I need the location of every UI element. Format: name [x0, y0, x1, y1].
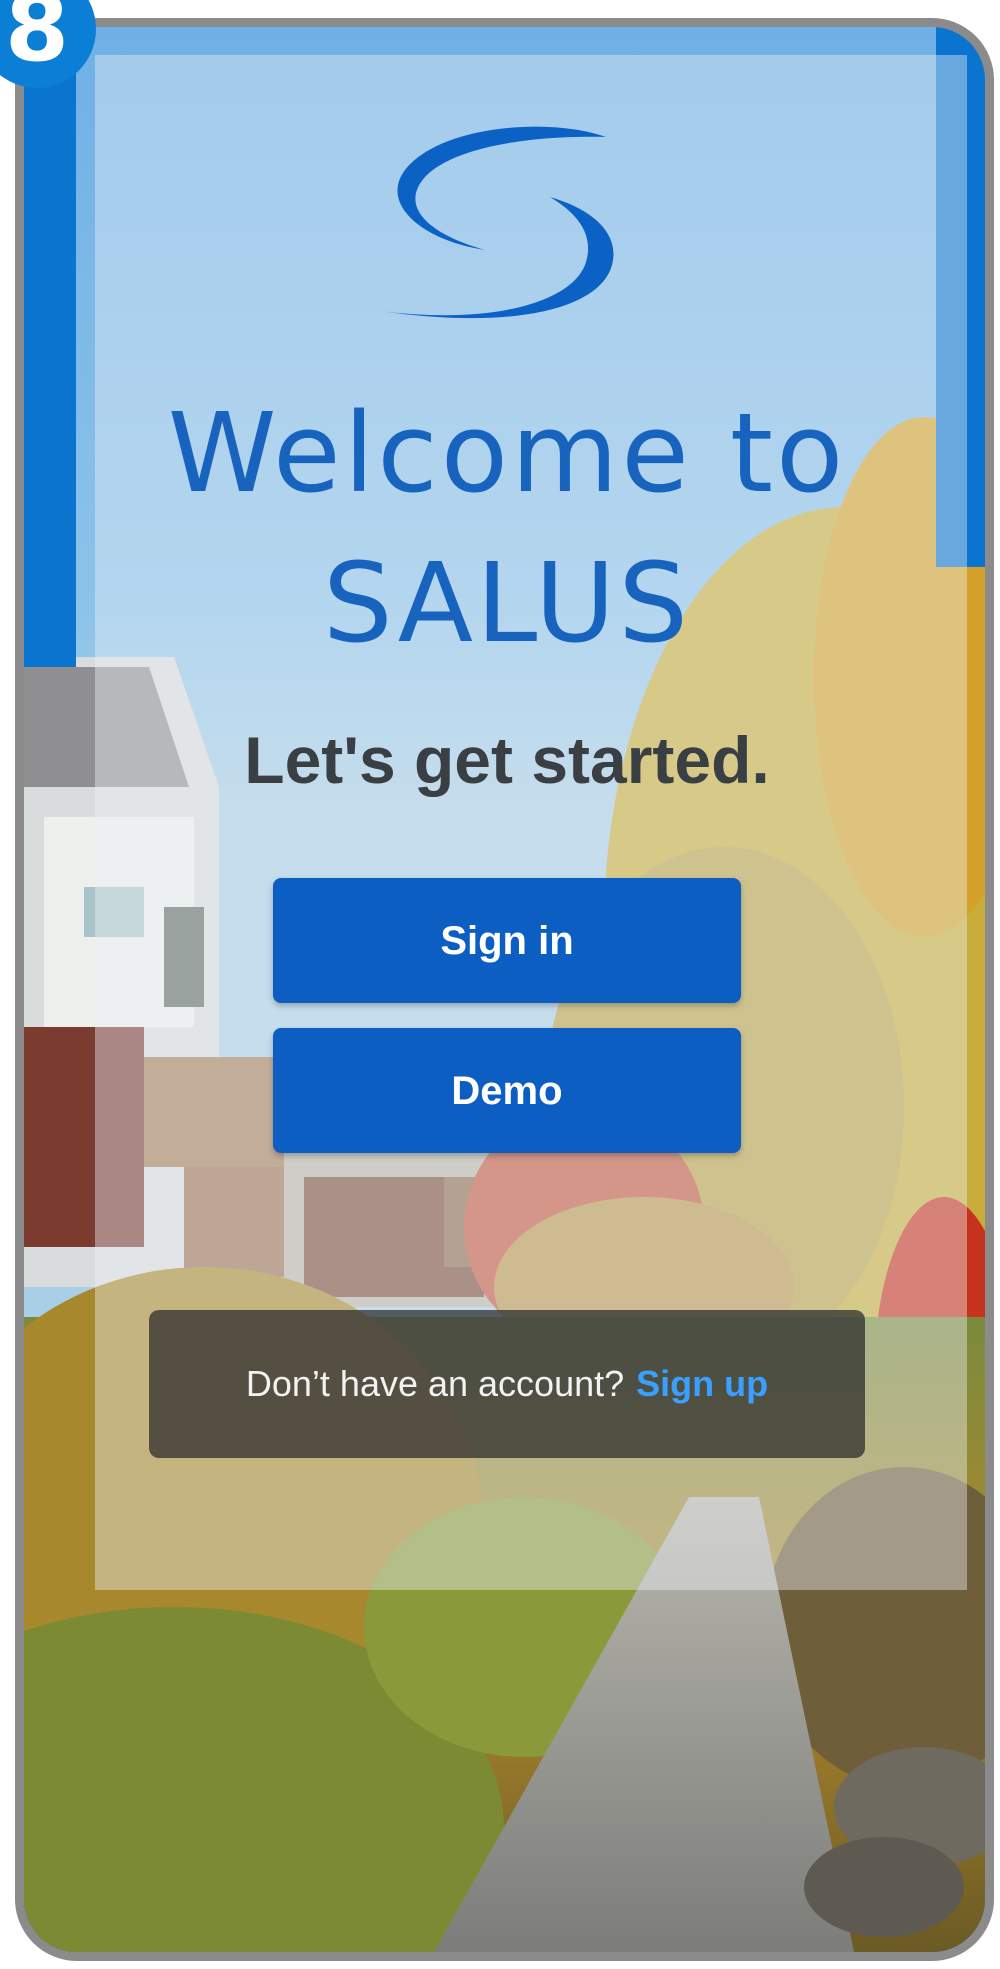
app-name: SALUS — [322, 539, 692, 667]
tagline: Let's get started. — [244, 723, 770, 797]
welcome-heading: Welcome to SALUS — [71, 378, 943, 678]
demo-button[interactable]: Demo — [273, 1028, 741, 1153]
account-question: Don’t have an account? — [245, 1363, 625, 1404]
account-prompt-box: Don’t have an account? Sign up — [149, 1310, 865, 1458]
welcome-line-1: Welcome to — [167, 389, 847, 517]
sign-up-link[interactable]: Sign up — [636, 1363, 768, 1404]
salus-logo-icon — [380, 126, 614, 319]
sign-in-button[interactable]: Sign in — [273, 878, 741, 1003]
